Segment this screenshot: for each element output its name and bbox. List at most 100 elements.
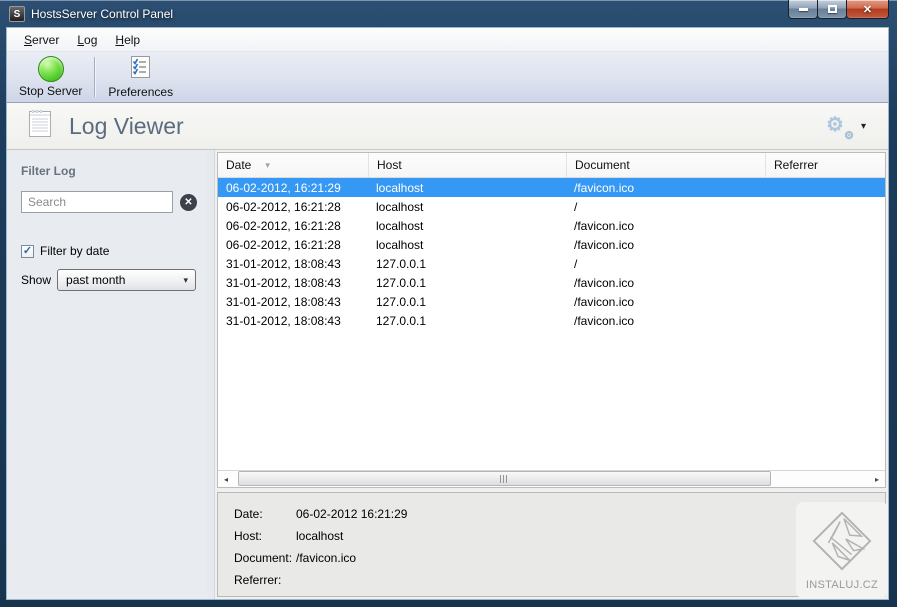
column-header-date[interactable]: Date ▾ — [218, 153, 368, 177]
detail-referrer-row: Referrer: — [234, 573, 885, 588]
cell-host: localhost — [368, 181, 566, 195]
search-row: ✕ — [21, 191, 197, 213]
cell-host: 127.0.0.1 — [368, 276, 566, 290]
search-input[interactable] — [21, 191, 173, 213]
page-header: Log Viewer ⚙ ⚙ ▾ — [7, 103, 888, 150]
detail-referrer-label: Referrer: — [234, 573, 296, 588]
show-row: Show past month ▾ — [21, 269, 197, 291]
stop-server-button[interactable]: Stop Server — [11, 52, 90, 102]
maximize-button[interactable] — [817, 0, 847, 19]
toolbar: Stop Server Preferences — [7, 52, 888, 103]
clear-search-button[interactable]: ✕ — [180, 194, 197, 211]
column-header-document[interactable]: Document — [566, 153, 765, 177]
detail-date-row: Date: 06-02-2012 16:21:29 — [234, 507, 885, 522]
horizontal-scrollbar[interactable]: ◂ ▸ — [218, 470, 885, 487]
cell-host: 127.0.0.1 — [368, 295, 566, 309]
cell-host: localhost — [368, 219, 566, 233]
date-range-value: past month — [66, 273, 125, 287]
settings-menu-button[interactable]: ⚙ ⚙ ▾ — [826, 114, 866, 138]
table-row[interactable]: 06-02-2012, 16:21:28 localhost /favicon.… — [218, 235, 885, 254]
scroll-left-button[interactable]: ◂ — [218, 471, 234, 487]
cell-document: /favicon.ico — [566, 314, 765, 328]
cell-document: /favicon.ico — [566, 219, 765, 233]
main-panel: Date ▾ Host Document Referrer — [215, 150, 888, 599]
scrollbar-track[interactable] — [234, 471, 869, 487]
content: Filter Log ✕ ✓ Filter by date Show — [7, 150, 888, 599]
instaluj-logo-icon — [811, 510, 873, 577]
table-row[interactable]: 31-01-2012, 18:08:43 127.0.0.1 /favicon.… — [218, 311, 885, 330]
table-row[interactable]: 31-01-2012, 18:08:43 127.0.0.1 /favicon.… — [218, 292, 885, 311]
log-viewer-icon — [27, 108, 53, 144]
scrollbar-grip-icon — [500, 475, 509, 483]
detail-date-label: Date: — [234, 507, 296, 522]
detail-document-row: Document: /favicon.ico — [234, 551, 885, 566]
cell-date: 06-02-2012, 16:21:28 — [218, 200, 368, 214]
table-row[interactable]: 06-02-2012, 16:21:28 localhost / — [218, 197, 885, 216]
minimize-button[interactable] — [788, 0, 818, 19]
table-row[interactable]: 06-02-2012, 16:21:28 localhost /favicon.… — [218, 216, 885, 235]
server-running-icon — [38, 56, 64, 82]
table-row[interactable]: 06-02-2012, 16:21:29 localhost /favicon.… — [218, 178, 885, 197]
cell-host: localhost — [368, 200, 566, 214]
detail-host-row: Host: localhost — [234, 529, 885, 544]
checkbox-checked-icon: ✓ — [21, 245, 34, 258]
sidebar-title: Filter Log — [21, 164, 197, 178]
cell-host: localhost — [368, 238, 566, 252]
splitter[interactable] — [207, 150, 215, 599]
cell-document: /favicon.ico — [566, 181, 765, 195]
preferences-icon — [128, 54, 153, 83]
instaluj-watermark: INSTALUJ.CZ — [796, 502, 888, 598]
show-label: Show — [21, 273, 51, 287]
filter-by-date-label: Filter by date — [40, 244, 109, 258]
maximize-icon — [828, 5, 837, 13]
filter-by-date-checkbox[interactable]: ✓ Filter by date — [21, 244, 197, 258]
combo-arrow-icon: ▾ — [184, 275, 189, 286]
menu-log[interactable]: Log — [68, 30, 106, 50]
cell-document: / — [566, 200, 765, 214]
titlebar[interactable]: S HostsServer Control Panel ✕ — [0, 0, 897, 28]
table-row[interactable]: 31-01-2012, 18:08:43 127.0.0.1 /favicon.… — [218, 273, 885, 292]
clear-icon: ✕ — [184, 197, 192, 208]
minimize-icon — [799, 8, 808, 11]
table-row[interactable]: 31-01-2012, 18:08:43 127.0.0.1 / — [218, 254, 885, 273]
cell-host: 127.0.0.1 — [368, 314, 566, 328]
page-title: Log Viewer — [69, 113, 826, 140]
column-header-referrer[interactable]: Referrer — [765, 153, 885, 177]
filter-sidebar: Filter Log ✕ ✓ Filter by date Show — [7, 150, 207, 599]
menu-server[interactable]: Server — [15, 30, 68, 50]
app-icon: S — [9, 6, 25, 22]
window-title: HostsServer Control Panel — [31, 7, 173, 21]
toolbar-separator — [94, 57, 96, 97]
close-icon: ✕ — [863, 3, 872, 16]
gear-icon: ⚙ ⚙ — [826, 114, 852, 138]
cell-date: 31-01-2012, 18:08:43 — [218, 295, 368, 309]
cell-document: /favicon.ico — [566, 238, 765, 252]
detail-host-label: Host: — [234, 529, 296, 544]
date-range-select[interactable]: past month ▾ — [57, 269, 196, 291]
table-header: Date ▾ Host Document Referrer — [218, 153, 885, 178]
menu-help[interactable]: Help — [106, 30, 149, 50]
preferences-label: Preferences — [108, 85, 173, 99]
scrollbar-thumb[interactable] — [238, 471, 771, 486]
caption-buttons: ✕ — [789, 0, 889, 19]
cell-host: 127.0.0.1 — [368, 257, 566, 271]
cell-document: /favicon.ico — [566, 295, 765, 309]
scroll-right-button[interactable]: ▸ — [869, 471, 885, 487]
sort-desc-icon: ▾ — [265, 160, 270, 171]
cell-date: 06-02-2012, 16:21:29 — [218, 181, 368, 195]
preferences-button[interactable]: Preferences — [100, 52, 181, 102]
cell-date: 31-01-2012, 18:08:43 — [218, 276, 368, 290]
watermark-text: INSTALUJ.CZ — [806, 579, 878, 591]
app-window: S HostsServer Control Panel ✕ Server Log… — [0, 0, 897, 607]
column-header-host[interactable]: Host — [368, 153, 566, 177]
cell-document: /favicon.ico — [566, 276, 765, 290]
log-table: Date ▾ Host Document Referrer — [217, 152, 886, 488]
menubar: Server Log Help — [7, 28, 888, 52]
close-button[interactable]: ✕ — [846, 0, 889, 19]
cell-date: 31-01-2012, 18:08:43 — [218, 257, 368, 271]
client-area: Server Log Help Stop Server — [7, 28, 888, 599]
table-body: 06-02-2012, 16:21:29 localhost /favicon.… — [218, 178, 885, 470]
chevron-down-icon: ▾ — [861, 121, 866, 132]
detail-panel: Date: 06-02-2012 16:21:29 Host: localhos… — [217, 492, 886, 597]
app-icon-letter: S — [14, 9, 21, 20]
